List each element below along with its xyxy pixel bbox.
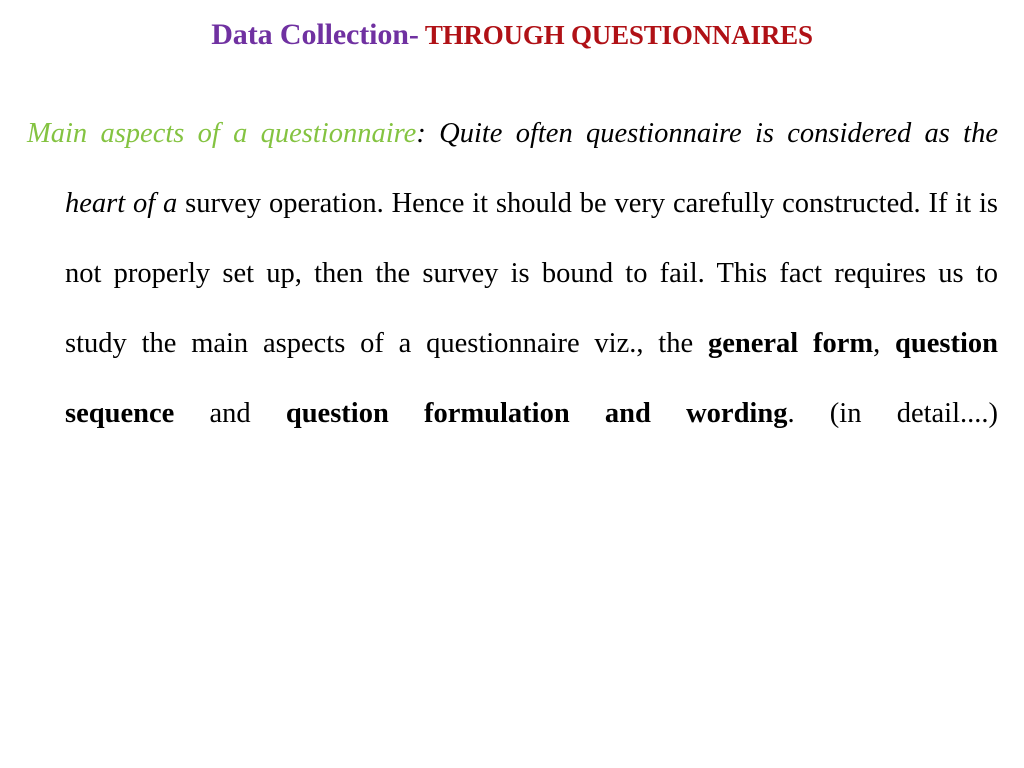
- body-run-term-general-form: general form: [707, 328, 874, 359]
- body-run-trailing-note: . (in detail....): [787, 398, 998, 429]
- title-main-text: Data Collection-: [211, 18, 419, 51]
- body-run-conjunction-and: and: [174, 398, 286, 429]
- title-sub-text: THROUGH QUESTIONNAIRES: [418, 20, 813, 50]
- body-run-lead-label: Main aspects of a questionnaire: [27, 118, 417, 149]
- body-run-separator-comma: ,: [873, 328, 896, 359]
- body-run-term-question-formulation: question formulation and wording: [285, 398, 788, 429]
- slide-canvas: Data Collection- THROUGH QUESTIONNAIRES …: [0, 0, 1024, 768]
- slide-body: Main aspects of a questionnaire: Quite o…: [27, 99, 998, 519]
- slide-title: Data Collection- THROUGH QUESTIONNAIRES: [0, 18, 1024, 52]
- body-paragraph: Main aspects of a questionnaire: Quite o…: [27, 99, 998, 519]
